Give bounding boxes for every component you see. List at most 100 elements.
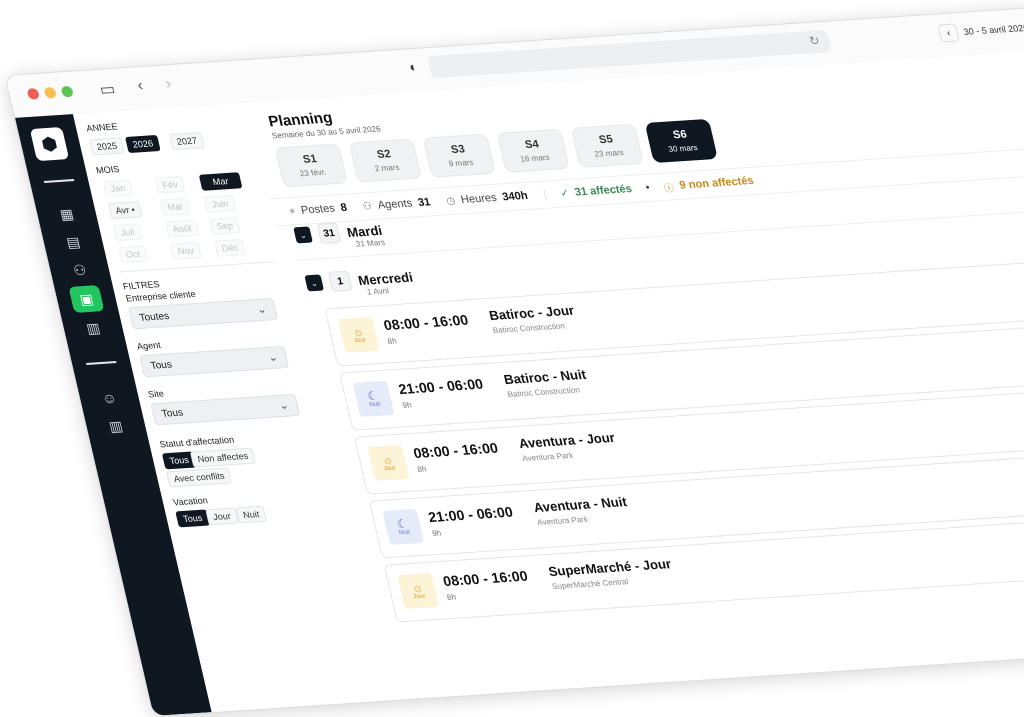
shield-icon: ◐: [407, 59, 419, 75]
shift-duration: 9h: [431, 528, 443, 539]
agent-select[interactable]: Tous ⌄: [139, 345, 290, 378]
shift-name: Aventura - Nuit: [532, 493, 629, 516]
week-number: S1: [301, 152, 319, 166]
badge-label: Jour: [412, 593, 427, 601]
reload-icon[interactable]: ↻: [808, 33, 821, 48]
week-tab-s1[interactable]: S1 23 févr.: [274, 143, 348, 188]
assigned-count: 31 affectés: [573, 182, 634, 199]
shift-duration: 9h: [401, 400, 413, 411]
day-number: 31: [316, 222, 342, 244]
week-number: S2: [375, 148, 393, 161]
maximize-window-button[interactable]: [60, 85, 75, 98]
night-shift-badge: ☾ Nuit: [382, 508, 425, 545]
week-tab-s6[interactable]: S6 30 mars: [644, 118, 718, 164]
company-icon[interactable]: ▥: [98, 413, 134, 439]
week-date: 9 mars: [447, 157, 475, 169]
month-jan[interactable]: Jan: [102, 179, 133, 198]
client-select[interactable]: Toutes ⌄: [127, 297, 279, 330]
status-conflicts[interactable]: Avec conflits: [166, 467, 233, 488]
month-jun[interactable]: Juin: [203, 194, 237, 213]
shift-client: SuperMarché Central: [551, 577, 630, 592]
forward-icon[interactable]: ›: [164, 75, 174, 93]
day-number: 1: [327, 270, 353, 292]
shift-time: 08:00 - 16:00: [411, 439, 500, 462]
badge-label: Nuit: [368, 401, 381, 409]
shift-name: Batiroc - Nuit: [502, 366, 588, 388]
month-apr[interactable]: Avr •: [107, 201, 143, 220]
users-icon[interactable]: ⚇: [62, 257, 98, 283]
badge-label: Jour: [383, 465, 397, 473]
check-circle-icon: ✓: [559, 187, 571, 200]
month-aug[interactable]: Août: [164, 219, 200, 238]
shift-time: 08:00 - 16:00: [441, 567, 530, 590]
month-sep[interactable]: Sep: [208, 216, 241, 235]
back-icon[interactable]: ‹: [136, 77, 146, 95]
shift-name: SuperMarché - Jour: [546, 556, 673, 580]
chevron-down-icon: ⌄: [278, 399, 291, 413]
week-date: 16 mars: [519, 152, 551, 164]
week-tab-s5[interactable]: S5 23 mars: [570, 123, 644, 168]
vacation-day[interactable]: Jour: [205, 507, 239, 526]
shift-time: 21:00 - 06:00: [396, 375, 485, 398]
day-name: Mardi: [345, 222, 384, 240]
planning-main: Planning Semaine du 30 au 5 avril 2026 S…: [247, 44, 1024, 701]
app-logo[interactable]: ⬢: [29, 127, 70, 162]
location-pin-icon: ⌖: [288, 205, 297, 217]
year-2026[interactable]: 2026: [125, 134, 161, 154]
dashboard-icon[interactable]: ▦: [49, 201, 85, 227]
browser-window: ▭ ‹ › ◐ ↻ ‹ 30 - 5 avril 2026 ⬢ ▦ ▤ ⚇ ▣ …: [4, 0, 1024, 717]
week-tab-s2[interactable]: S2 2 mars: [348, 138, 422, 183]
year-label: ANNEE: [85, 121, 119, 134]
documents-icon[interactable]: ▤: [55, 229, 91, 255]
day-date: 1 Avril: [366, 286, 390, 297]
month-feb[interactable]: Fév: [154, 175, 186, 194]
shift-duration: 8h: [446, 592, 458, 603]
status-unassigned[interactable]: Non affectes: [189, 447, 256, 468]
hours-label: Heures: [459, 191, 498, 207]
buildings-icon[interactable]: ▥: [75, 315, 111, 341]
year-2025[interactable]: 2025: [89, 137, 125, 156]
week-tab-s3[interactable]: S3 9 mars: [422, 133, 496, 178]
stats-dot: •: [644, 181, 652, 194]
close-window-button[interactable]: [26, 88, 41, 100]
day-date: 31 Mars: [354, 237, 386, 249]
filters-divider: [119, 261, 275, 273]
shift-duration: 8h: [416, 464, 428, 475]
chevron-down-icon: ⌄: [255, 303, 268, 317]
week-tab-s4[interactable]: S4 16 mars: [496, 128, 570, 173]
profile-icon[interactable]: ☺: [92, 385, 128, 411]
badge-label: Nuit: [398, 529, 411, 537]
week-number: S3: [449, 143, 467, 157]
current-month-dot: •: [130, 204, 136, 215]
shift-name: Aventura - Jour: [517, 429, 617, 452]
month-oct[interactable]: Oct: [118, 245, 148, 264]
clock-icon: ◷: [445, 195, 457, 207]
prev-week-icon[interactable]: ‹: [937, 23, 960, 43]
planning-icon[interactable]: ▣: [68, 285, 105, 314]
moon-icon: ☾: [395, 516, 410, 532]
vacation-night[interactable]: Nuit: [235, 505, 268, 524]
rail-divider: [43, 179, 75, 184]
month-mar[interactable]: Mar: [198, 172, 243, 191]
minimize-window-button[interactable]: [43, 86, 58, 99]
vacation-all[interactable]: Tous: [175, 509, 211, 528]
day-name: Mercredi: [356, 268, 415, 288]
night-shift-badge: ☾ Nuit: [352, 380, 395, 417]
month-jul[interactable]: Juil: [112, 223, 143, 242]
year-2027[interactable]: 2027: [169, 132, 205, 151]
month-nov[interactable]: Nov: [170, 241, 202, 260]
shift-client: Batiroc Construction: [491, 321, 566, 336]
filters-label: FILTRES: [121, 279, 161, 292]
rail-divider: [86, 361, 117, 366]
date-range-label: 30 - 5 avril 2026: [962, 22, 1024, 37]
postes-count: 8: [339, 201, 349, 215]
collapse-chevron-icon[interactable]: ⌄: [304, 274, 325, 292]
shift-time: 08:00 - 16:00: [382, 311, 470, 334]
site-select[interactable]: Tous ⌄: [150, 393, 301, 426]
collapse-chevron-icon[interactable]: ⌄: [293, 226, 313, 244]
sidebar-toggle-icon[interactable]: ▭: [98, 79, 118, 100]
day-header-1[interactable]: ⌄ 1 Mercredi: [304, 266, 415, 293]
month-dec[interactable]: Déc: [214, 238, 246, 257]
week-date: 23 févr.: [298, 167, 328, 179]
month-may[interactable]: Mai: [159, 197, 191, 216]
